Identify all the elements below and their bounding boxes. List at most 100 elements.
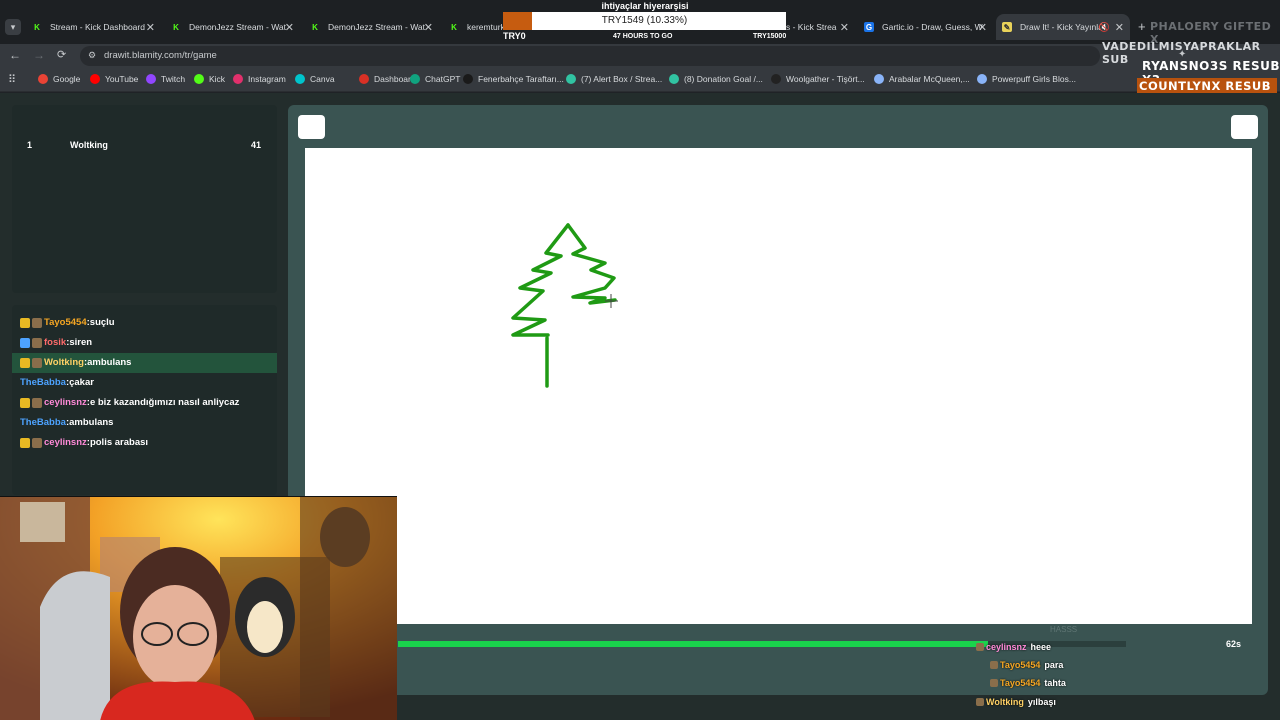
address-bar[interactable] bbox=[80, 46, 1100, 66]
word-hint: HASSS bbox=[1050, 625, 1078, 634]
bookmark-item[interactable]: ChatGPT bbox=[410, 74, 460, 84]
user-badge-icon bbox=[32, 357, 42, 368]
user-badge-icon bbox=[32, 437, 42, 448]
bookmark-label: Twitch bbox=[161, 74, 186, 84]
kick-icon: K bbox=[451, 22, 457, 32]
close-icon[interactable]: ✕ bbox=[146, 21, 155, 34]
chat-username[interactable]: Woltking bbox=[44, 357, 84, 368]
bookmark-item[interactable]: (8) Donation Goal /... bbox=[669, 74, 763, 84]
overlay-chat-message: ceylinsnz heee bbox=[976, 642, 1051, 652]
overlay-chat-message: Woltking yılbaşı bbox=[976, 697, 1056, 707]
bookmark-item[interactable]: Kick bbox=[194, 74, 225, 84]
bookmark-favicon-icon bbox=[566, 74, 576, 84]
close-icon[interactable]: ✕ bbox=[978, 21, 987, 34]
bookmark-item[interactable]: Google bbox=[38, 74, 80, 84]
forward-button[interactable]: → bbox=[33, 48, 45, 62]
bookmark-favicon-icon bbox=[295, 74, 305, 84]
webcam-feed bbox=[0, 496, 397, 720]
bookmark-item[interactable]: Instagram bbox=[233, 74, 286, 84]
kick-icon: K bbox=[173, 22, 179, 32]
user-badge-icon bbox=[20, 337, 30, 348]
bookmark-item[interactable]: Woolgather - Tişört... bbox=[771, 74, 865, 84]
chat-username[interactable]: TheBabba bbox=[20, 377, 66, 388]
bookmark-favicon-icon bbox=[410, 74, 420, 84]
bookmark-item[interactable]: Dashboard bbox=[359, 74, 416, 84]
close-icon[interactable]: ✕ bbox=[285, 21, 294, 34]
overlay-chat-text: heee bbox=[1030, 642, 1052, 652]
drawing-canvas[interactable] bbox=[305, 148, 1252, 624]
chat-username[interactable]: Tayo5454 bbox=[44, 317, 87, 328]
bookmark-item[interactable]: Fenerbahçe Taraftarı... bbox=[463, 74, 564, 84]
close-icon[interactable]: ✕ bbox=[840, 21, 849, 34]
bookmark-item[interactable]: Twitch bbox=[146, 74, 185, 84]
bookmark-label: Kick bbox=[209, 74, 226, 84]
overlay-chat-text: para bbox=[1044, 660, 1064, 670]
bookmark-favicon-icon bbox=[90, 74, 100, 84]
chevron-down-icon: ▾ bbox=[10, 22, 16, 32]
tab-label: DemonJezz Stream - Wat bbox=[328, 22, 425, 32]
site-info-icon[interactable]: ⚙ bbox=[88, 50, 96, 61]
bookmark-label: Google bbox=[53, 74, 81, 84]
chat-message: ceylinsnz: e biz kazandığımızı nasıl anli… bbox=[20, 397, 239, 408]
bookmark-item[interactable]: (7) Alert Box / Strea... bbox=[566, 74, 662, 84]
bookmark-label: Instagram bbox=[248, 74, 286, 84]
url-text[interactable]: drawit.blamity.com/tr/game bbox=[104, 50, 217, 61]
bookmark-label: Woolgather - Tişört... bbox=[786, 74, 865, 84]
tab-demonjezz-2[interactable]: K DemonJezz Stream - Wat ✕ bbox=[310, 14, 435, 40]
chat-username[interactable]: ceylinsnz bbox=[44, 397, 87, 408]
bookmark-label: (8) Donation Goal /... bbox=[684, 74, 763, 84]
goal-start-label: TRY0 bbox=[503, 31, 526, 41]
bookmark-item[interactable]: Canva bbox=[295, 74, 335, 84]
overlay-chat-message: Tayo5454 para bbox=[990, 660, 1063, 670]
chat-username[interactable]: TheBabba bbox=[20, 417, 66, 428]
user-badge-icon bbox=[20, 357, 30, 368]
close-icon[interactable]: ✕ bbox=[1115, 21, 1124, 34]
chat-text: e biz kazandığımızı nasıl anliycaz bbox=[89, 397, 240, 408]
tab-kick-dashboard[interactable]: K Stream - Kick Dashboard ✕ bbox=[32, 14, 157, 40]
tab-keremturke[interactable]: K keremturke bbox=[449, 14, 504, 40]
chat-text: çakar bbox=[69, 377, 94, 388]
chat-username[interactable]: ceylinsnz bbox=[44, 437, 87, 448]
reload-button[interactable]: ⟳ bbox=[57, 48, 66, 61]
chat-text: ambulans bbox=[87, 357, 132, 368]
score-rank: 1 bbox=[27, 140, 33, 150]
scoreboard-panel bbox=[12, 105, 277, 293]
apps-grid-icon[interactable]: ⠿ bbox=[8, 73, 16, 86]
bookmark-label: YouTube bbox=[105, 74, 139, 84]
bookmark-item[interactable]: Powerpuff Girls Blos... bbox=[977, 74, 1076, 84]
user-badge-icon bbox=[20, 397, 30, 408]
chat-text: ambulans bbox=[69, 417, 114, 428]
tab-demonjezz-1[interactable]: K DemonJezz Stream - Wat ✕ bbox=[171, 14, 296, 40]
tab-kick-stream[interactable]: s - Kick Strea ✕ bbox=[786, 14, 851, 40]
menu-button[interactable] bbox=[298, 115, 325, 139]
back-button[interactable]: ← bbox=[9, 48, 21, 62]
close-icon[interactable]: ✕ bbox=[424, 21, 433, 34]
bookmark-favicon-icon bbox=[771, 74, 781, 84]
chat-username[interactable]: fosik bbox=[44, 337, 66, 348]
tab-label: s - Kick Strea bbox=[786, 22, 837, 32]
bookmark-item[interactable]: YouTube bbox=[90, 74, 138, 84]
mute-icon[interactable]: 🔇 bbox=[1099, 22, 1110, 33]
timer-bar bbox=[398, 641, 988, 647]
user-badge-icon bbox=[990, 679, 998, 687]
overlay-chat-username: Woltking bbox=[986, 697, 1024, 707]
goal-title: ihtiyaçlar hiyerarşisi bbox=[601, 1, 689, 11]
tab-search-button[interactable]: ▾ bbox=[5, 19, 21, 35]
tab-label: Gartic.io - Draw, Guess, W bbox=[882, 22, 983, 32]
tab-label: Draw It! - Kick Yayınla bbox=[1020, 22, 1103, 32]
bookmark-label: (7) Alert Box / Strea... bbox=[581, 74, 663, 84]
tab-drawit[interactable]: ✎ Draw It! - Kick Yayınla 🔇 ✕ bbox=[996, 14, 1130, 40]
bookmark-favicon-icon bbox=[359, 74, 369, 84]
chat-message: fosik: siren bbox=[20, 337, 92, 348]
new-tab-button[interactable]: + bbox=[1138, 19, 1146, 34]
kick-icon: K bbox=[34, 22, 40, 32]
kick-icon: K bbox=[312, 22, 318, 32]
overlay-chat-username: Tayo5454 bbox=[1000, 678, 1041, 688]
tab-gartic[interactable]: G Gartic.io - Draw, Guess, W ✕ bbox=[864, 14, 989, 40]
user-badge-icon bbox=[20, 317, 30, 328]
bookmark-item[interactable]: Arabalar McQueen,... bbox=[874, 74, 970, 84]
bookmark-favicon-icon bbox=[463, 74, 473, 84]
tab-label: DemonJezz Stream - Wat bbox=[189, 22, 286, 32]
bookmark-favicon-icon bbox=[194, 74, 204, 84]
settings-button[interactable] bbox=[1231, 115, 1258, 139]
